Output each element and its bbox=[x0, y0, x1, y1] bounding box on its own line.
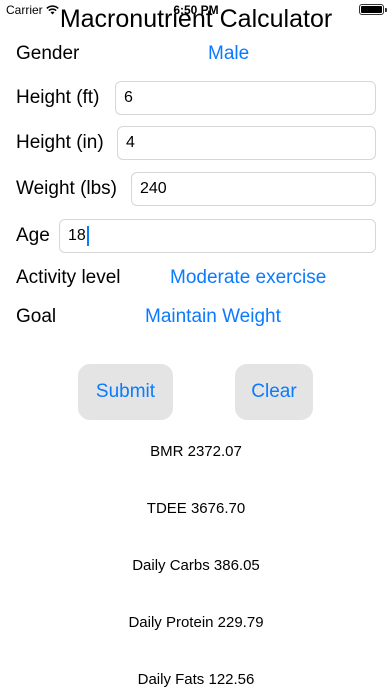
activity-label: Activity level bbox=[16, 267, 121, 288]
bmr-result: BMR 2372.07 bbox=[150, 443, 242, 460]
gender-picker[interactable]: Male bbox=[208, 43, 249, 65]
calculator-screen: Carrier 6:50 PM Macronutrient Calculator… bbox=[0, 0, 392, 696]
carbs-result: Daily Carbs 386.05 bbox=[132, 557, 260, 574]
height-in-label: Height (in) bbox=[16, 132, 104, 153]
height-in-field[interactable]: 4 bbox=[117, 126, 376, 160]
fats-result: Daily Fats 122.56 bbox=[137, 671, 255, 688]
height-ft-label: Height (ft) bbox=[16, 87, 100, 108]
weight-field[interactable]: 240 bbox=[131, 172, 376, 206]
height-ft-field[interactable]: 6 bbox=[115, 81, 376, 115]
tdee-result: TDEE 3676.70 bbox=[146, 500, 246, 517]
age-value: 18 bbox=[68, 227, 86, 244]
goal-label: Goal bbox=[16, 306, 57, 327]
weight-label: Weight (lbs) bbox=[16, 178, 118, 199]
text-cursor bbox=[86, 225, 89, 246]
submit-button[interactable]: Submit bbox=[78, 364, 173, 420]
goal-picker[interactable]: Maintain Weight bbox=[145, 306, 281, 328]
gender-label: Gender bbox=[16, 43, 80, 64]
clear-button[interactable]: Clear bbox=[235, 364, 313, 420]
age-field[interactable]: 18 bbox=[59, 219, 376, 253]
protein-result: Daily Protein 229.79 bbox=[128, 614, 264, 631]
activity-picker[interactable]: Moderate exercise bbox=[170, 267, 326, 289]
page-title: Macronutrient Calculator bbox=[59, 5, 333, 33]
age-label: Age bbox=[16, 225, 50, 246]
